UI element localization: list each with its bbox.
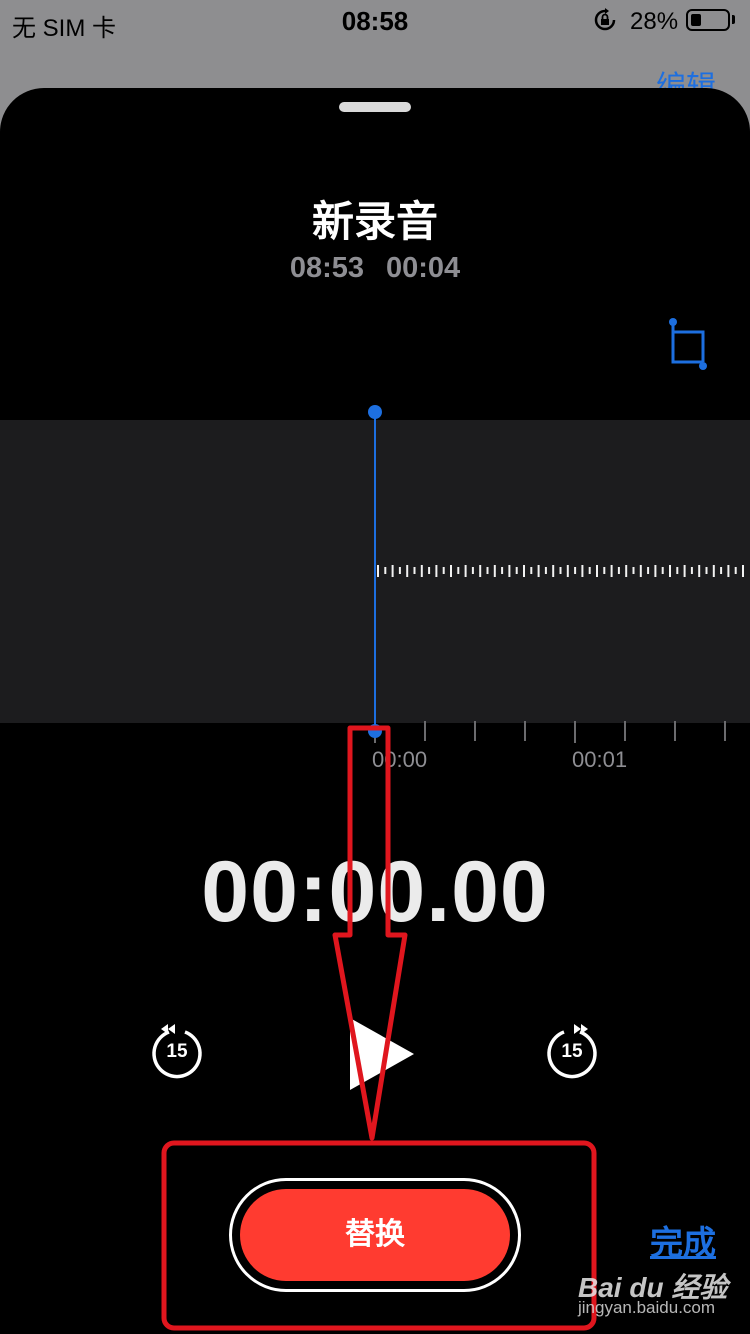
battery-nub (732, 15, 735, 24)
timeline-label-0: 00:00 (372, 747, 428, 772)
recording-duration: 00:04 (386, 252, 461, 284)
recording-title[interactable]: 新录音 (0, 188, 750, 249)
waveform-area[interactable] (0, 420, 750, 723)
crop-icon[interactable] (664, 316, 714, 370)
waveform (377, 565, 744, 577)
recording-date: 08:53 (289, 252, 364, 284)
done-button[interactable]: 完成 (650, 1216, 716, 1264)
playhead-top-handle (368, 405, 382, 419)
status-bar: 无 SIM 卡 08:58 28% (0, 0, 750, 42)
sheet-grabber[interactable] (339, 102, 411, 112)
playback-timer: 00:00.00 (201, 844, 549, 940)
replace-button[interactable]: 替换 (240, 1189, 510, 1281)
skip-back-button[interactable]: 15 (147, 1023, 207, 1083)
recording-sheet: 新录音 08:53 00:04 00:00 00:01 00:00.00 15 1… (0, 88, 750, 1334)
watermark-site: jingyan.baidu.com (578, 1298, 716, 1317)
skip-forward-seconds: 15 (561, 1041, 583, 1062)
play-icon[interactable] (348, 1016, 418, 1092)
skip-forward-button[interactable]: 15 (542, 1023, 602, 1083)
orientation-lock-icon (594, 8, 616, 31)
timeline-label-1: 00:01 (572, 747, 628, 772)
battery-icon (686, 9, 730, 31)
skip-back-seconds: 15 (166, 1041, 188, 1062)
battery-percent: 28% (630, 8, 679, 35)
replace-button-ring: 替换 (229, 1178, 521, 1292)
recording-meta: 08:53 00:04 (0, 252, 750, 285)
